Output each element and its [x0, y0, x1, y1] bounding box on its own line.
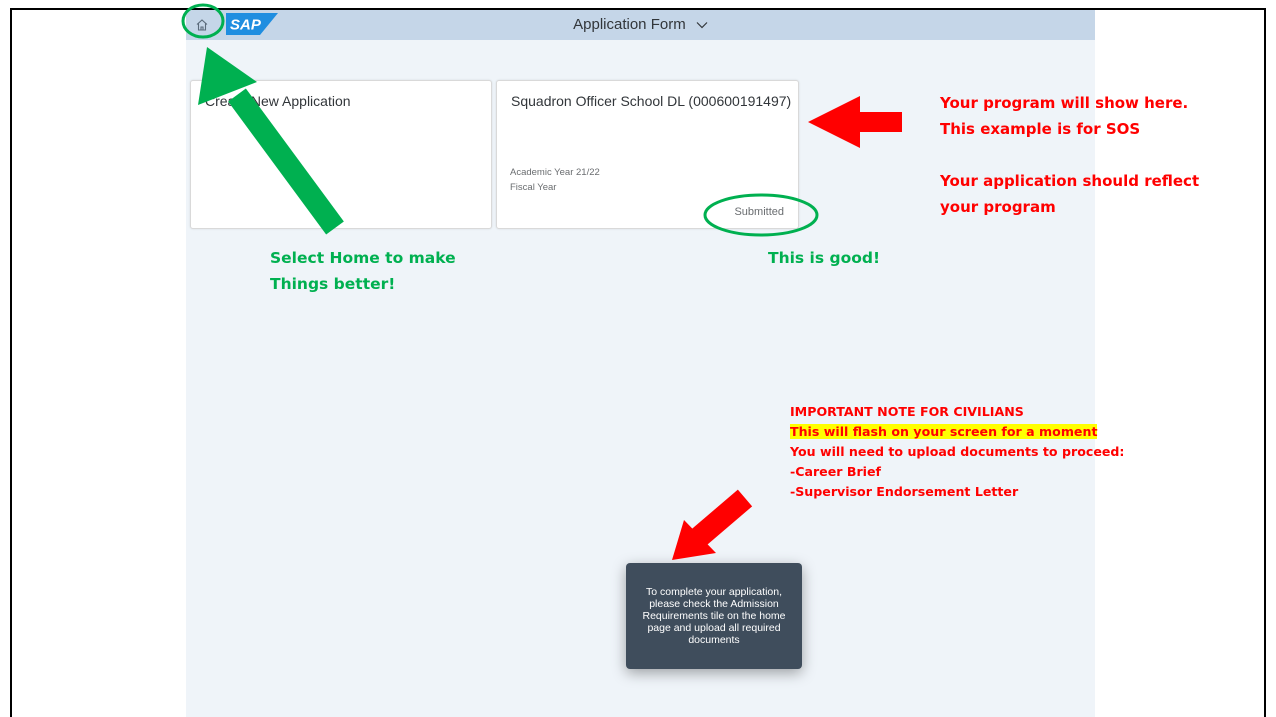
academic-year-label: Academic Year 21/22: [510, 167, 600, 178]
important-line-3: -Supervisor Endorsement Letter: [790, 484, 1019, 499]
program-note: Your program will show here. This exampl…: [940, 90, 1199, 220]
status-badge: Submitted: [734, 206, 784, 218]
chevron-down-icon: [696, 22, 708, 29]
home-note-line-1: Select Home to make: [270, 249, 456, 267]
important-highlight: This will flash on your screen for a mom…: [790, 424, 1098, 439]
home-note-line-2: Things better!: [270, 275, 396, 293]
app-title: Application Form: [573, 16, 686, 33]
program-application-tile[interactable]: Squadron Officer School DL (000600191497…: [496, 80, 799, 229]
create-application-tile[interactable]: Create New Application: [190, 80, 492, 229]
program-note-line-4: Your application should reflect: [940, 172, 1200, 190]
message-toast: To complete your application, please che…: [626, 563, 802, 669]
app-title-menu[interactable]: Application Form: [186, 16, 1095, 33]
program-note-spacer: [940, 142, 1199, 168]
important-note: IMPORTANT NOTE FOR CIVILIANS This will f…: [790, 402, 1124, 502]
important-heading: IMPORTANT NOTE FOR CIVILIANS: [790, 404, 1024, 419]
important-line-1: You will need to upload documents to pro…: [790, 444, 1125, 459]
create-tile-title: Create New Application: [205, 93, 351, 109]
program-note-line-5: your program: [940, 198, 1056, 216]
program-note-line-1: Your program will show here.: [940, 94, 1189, 112]
fiscal-year-label: Fiscal Year: [510, 182, 557, 193]
program-tile-title: Squadron Officer School DL (000600191497…: [511, 93, 792, 109]
shell-bar: SAP Application Form: [186, 10, 1095, 40]
toast-message: To complete your application, please che…: [642, 586, 786, 646]
good-note: This is good!: [768, 249, 881, 267]
home-note: Select Home to make Things better!: [270, 245, 456, 297]
program-note-line-2: This example is for SOS: [940, 120, 1141, 138]
important-line-2: -Career Brief: [790, 464, 882, 479]
